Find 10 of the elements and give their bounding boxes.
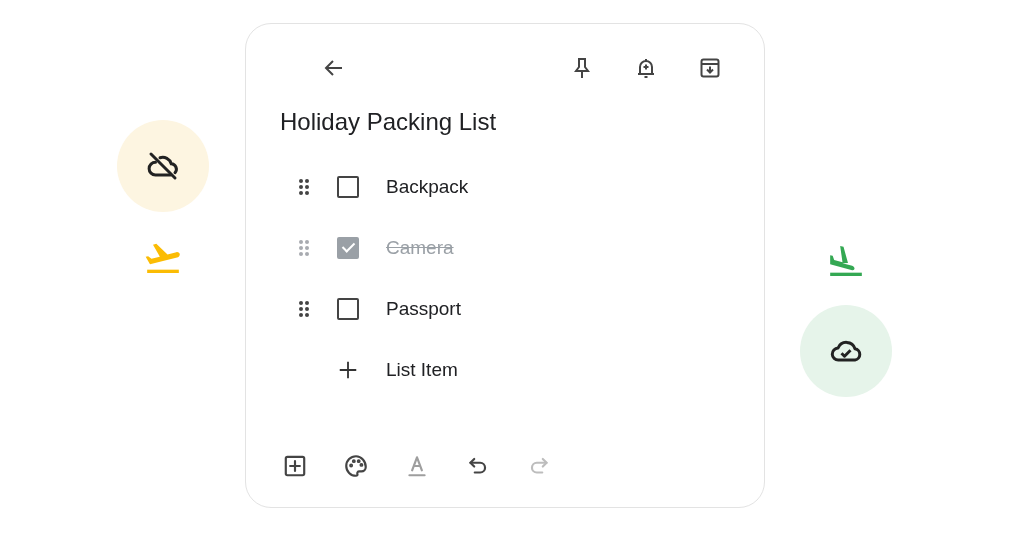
checkbox[interactable] [337,297,359,320]
palette-icon[interactable] [343,453,369,479]
note-title[interactable]: Holiday Packing List [280,108,732,136]
list-item-text[interactable]: Backpack [386,175,469,198]
add-box-icon[interactable] [282,453,308,479]
archive-icon[interactable] [698,56,722,80]
checkbox[interactable] [337,175,359,198]
list-item-text[interactable]: Passport [386,297,461,320]
checkbox[interactable] [337,236,359,259]
add-item-label[interactable]: List Item [386,358,458,381]
